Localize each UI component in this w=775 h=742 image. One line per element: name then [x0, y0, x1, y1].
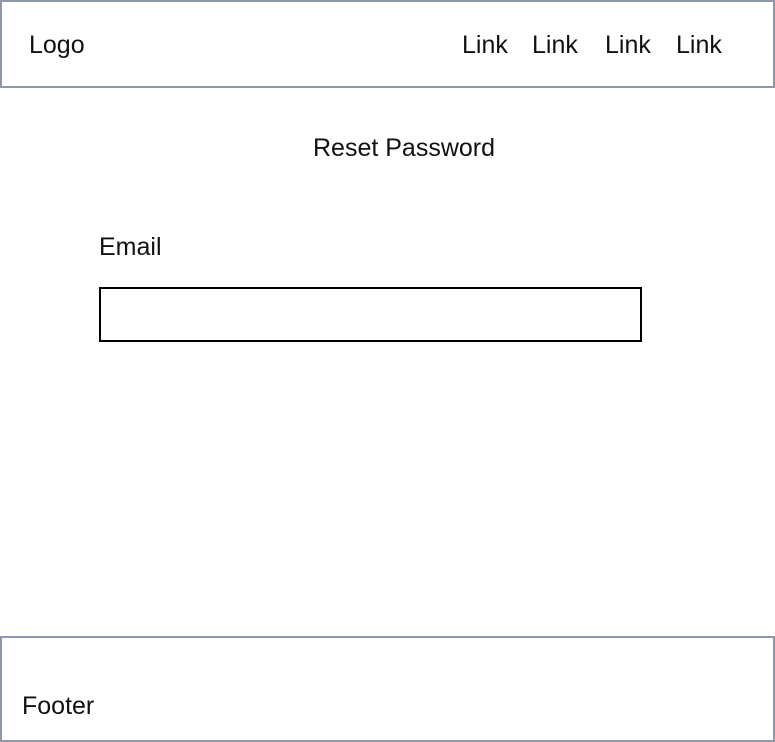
nav-link-2[interactable]: Link: [532, 30, 578, 60]
site-footer: Footer: [0, 636, 775, 742]
nav-link-4[interactable]: Link: [676, 30, 722, 60]
footer-text: Footer: [22, 692, 95, 720]
nav-link-1[interactable]: Link: [462, 30, 508, 60]
logo: Logo: [29, 31, 85, 59]
email-input[interactable]: [99, 287, 642, 342]
email-label: Email: [99, 233, 162, 261]
nav-link-3[interactable]: Link: [605, 30, 651, 60]
site-header: Logo Link Link Link Link: [0, 0, 775, 88]
page-title: Reset Password: [313, 134, 496, 162]
